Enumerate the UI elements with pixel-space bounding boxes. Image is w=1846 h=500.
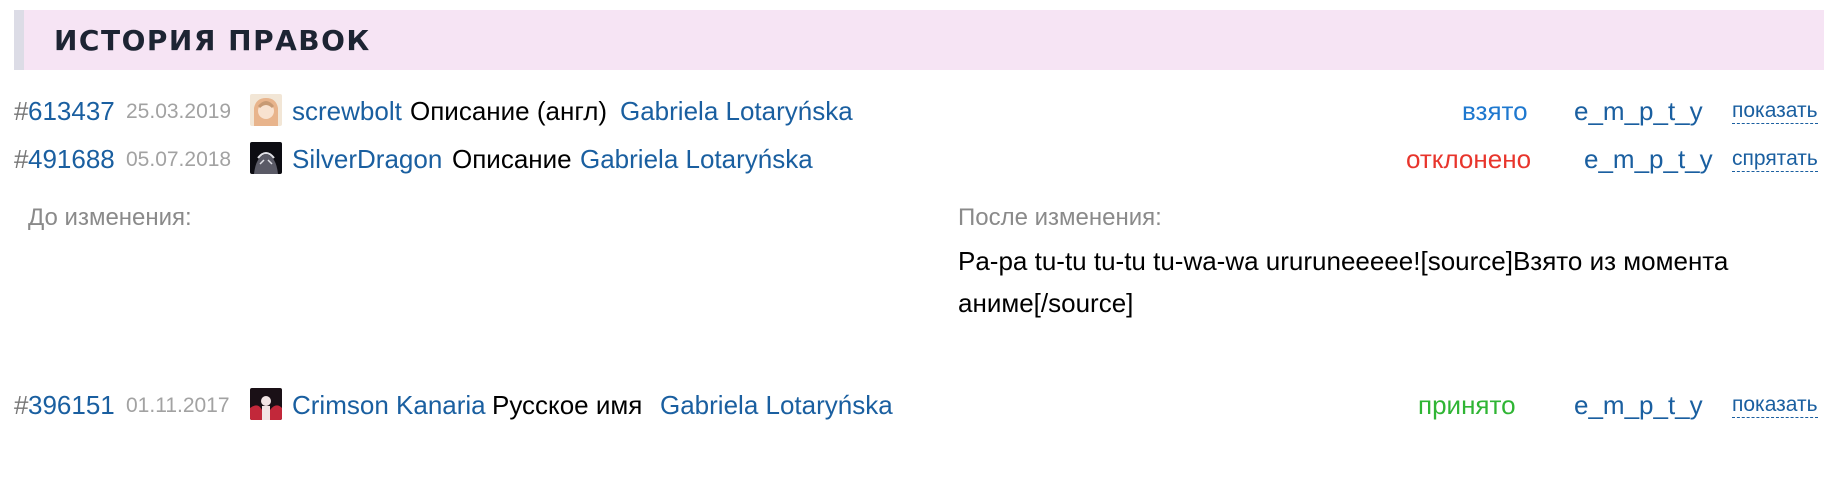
status-label: принято [1418, 390, 1516, 420]
history-entry: # 491688 05.07.2018 SilverDragon Описани… [14, 142, 1824, 184]
user-link[interactable]: screwbolt [292, 96, 402, 127]
moderator-link[interactable]: e_m_p_t_y [1584, 144, 1713, 175]
hash-symbol: # [14, 390, 29, 420]
toggle-hide-button[interactable]: спрятать [1732, 147, 1818, 172]
entry-id-link[interactable]: 396151 [28, 390, 115, 421]
after-text: Pa-pa tu-tu tu-tu tu-wa-wa ururuneeeee![… [958, 246, 1729, 318]
entry-id-link[interactable]: 491688 [28, 144, 115, 175]
edited-field: Описание [452, 144, 572, 174]
entry-date: 25.03.2019 [126, 100, 232, 123]
user-avatar-icon[interactable] [250, 142, 282, 174]
entry-date: 05.07.2018 [126, 148, 232, 171]
hash-symbol: # [14, 144, 29, 174]
user-link[interactable]: SilverDragon [292, 144, 442, 175]
moderator-link[interactable]: e_m_p_t_y [1574, 96, 1703, 127]
toggle-show-button[interactable]: показать [1732, 393, 1818, 418]
character-link[interactable]: Gabriela Lotaryńska [620, 96, 853, 127]
status-label: отклонено [1406, 144, 1532, 174]
section-title: ИСТОРИЯ ПРАВОК [54, 24, 371, 57]
edited-field: Описание (англ) [410, 96, 608, 126]
user-avatar-icon[interactable] [250, 94, 282, 126]
toggle-show-button[interactable]: показать [1732, 99, 1818, 124]
before-label: До изменения: [28, 204, 192, 231]
after-label: После изменения: [958, 204, 1162, 231]
hash-symbol: # [14, 96, 29, 126]
history-entry: # 396151 01.11.2017 Crimson Kanaria Русс… [14, 388, 1824, 430]
section-header: ИСТОРИЯ ПРАВОК [14, 10, 1824, 70]
character-link[interactable]: Gabriela Lotaryńska [580, 144, 813, 175]
user-avatar-icon[interactable] [250, 388, 282, 420]
status-label: взято [1462, 96, 1528, 126]
user-link[interactable]: Crimson Kanaria [292, 390, 486, 421]
entry-id-link[interactable]: 613437 [28, 96, 115, 127]
history-entry: # 613437 25.03.2019 screwbolt Описание (… [14, 94, 1824, 136]
entry-date: 01.11.2017 [126, 394, 230, 417]
edited-field: Русское имя [492, 390, 643, 420]
moderator-link[interactable]: e_m_p_t_y [1574, 390, 1703, 421]
character-link[interactable]: Gabriela Lotaryńska [660, 390, 893, 421]
